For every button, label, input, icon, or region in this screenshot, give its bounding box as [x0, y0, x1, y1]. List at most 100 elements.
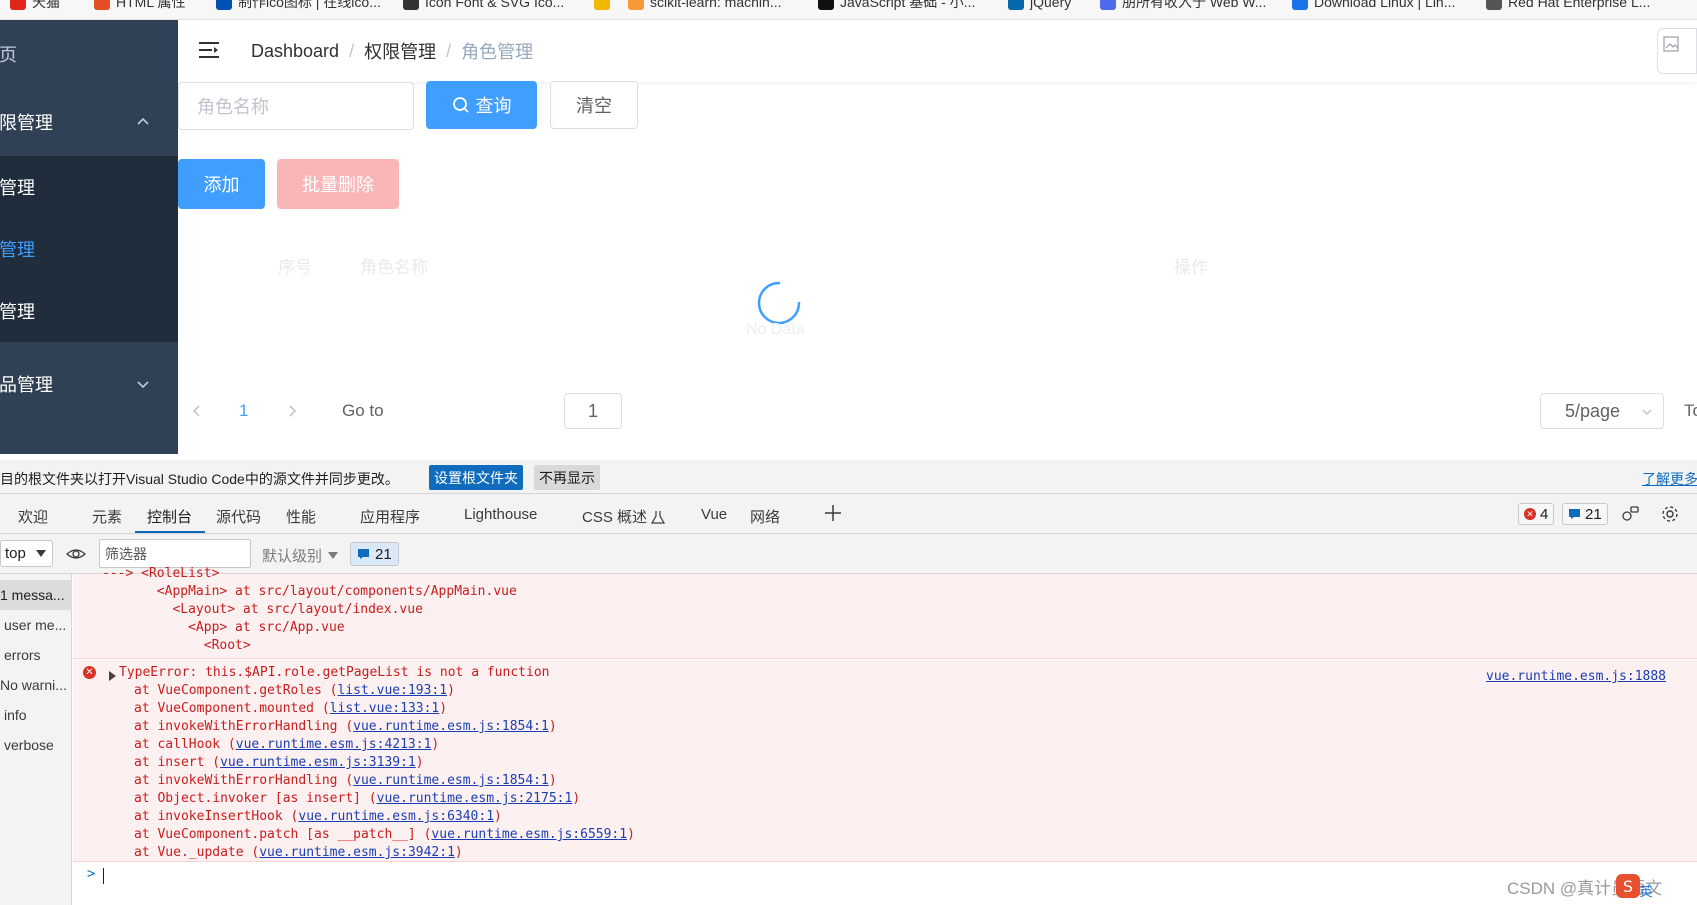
sidebar-item-role-management[interactable]: 管理: [0, 218, 178, 280]
sidebar-item-label: 页: [0, 45, 17, 65]
context-select[interactable]: top: [0, 540, 53, 567]
tab-performance[interactable]: 性能: [286, 506, 316, 527]
console-filter-input[interactable]: 筛选器: [99, 539, 251, 568]
sidebar-item-user-management[interactable]: 管理: [0, 156, 178, 218]
sidebar-item-menu-management[interactable]: 管理: [0, 280, 178, 342]
learn-more-link[interactable]: 了解更多: [1642, 469, 1697, 489]
ime-icon[interactable]: S 英: [1614, 870, 1654, 900]
next-page-icon[interactable]: [286, 404, 298, 418]
tab-console[interactable]: 控制台: [147, 506, 192, 527]
stack-frame-link[interactable]: list.vue:193:1: [338, 683, 448, 698]
bookmark-item[interactable]: jQuery: [1008, 0, 1071, 12]
console-sidebar-errors[interactable]: errors: [0, 640, 72, 670]
message-icon: [358, 549, 369, 559]
console-sidebar-user-messages[interactable]: user me...: [0, 610, 72, 640]
bookmark-item[interactable]: scikit-learn: machin...: [628, 0, 781, 12]
stack-frame: at callHook (vue.runtime.esm.js:4213:1): [134, 736, 439, 754]
add-button[interactable]: 添加: [178, 159, 265, 209]
tab-css-overview-label: CSS 概述: [582, 509, 648, 526]
clear-button[interactable]: 清空: [550, 81, 638, 129]
expand-triangle-icon[interactable]: [109, 671, 116, 681]
stack-frame-text: at invokeWithErrorHandling (: [134, 773, 354, 788]
dont-show-again-button[interactable]: 不再显示: [534, 465, 600, 490]
console-sidebar-messages[interactable]: 1 messa...: [0, 580, 72, 610]
stack-frame-suffix: ): [548, 773, 557, 788]
console-sidebar-warnings[interactable]: No warni...: [0, 670, 72, 700]
tab-application[interactable]: 应用程序: [360, 506, 420, 527]
bookmark-label: HTML 属性: [116, 0, 186, 10]
hamburger-icon[interactable]: [198, 39, 220, 61]
bookmark-item[interactable]: Icon Font & SVG Ico...: [403, 0, 564, 12]
page-number-current[interactable]: 1: [239, 401, 248, 421]
console-message-component-trace: ---> <RoleList> <AppMain> at src/layout/…: [73, 566, 1697, 659]
stack-frame-suffix: ): [447, 683, 455, 698]
bookmark-label: 朋所有收入于 Web W...: [1122, 0, 1267, 10]
bookmark-label: 制作ico图标 | 在线ico...: [238, 0, 381, 10]
role-name-input[interactable]: 角色名称: [178, 82, 414, 130]
console-prompt-icon: >: [87, 866, 96, 882]
stack-frame-link[interactable]: vue.runtime.esm.js:3139:1: [220, 755, 416, 770]
stack-frame-link[interactable]: vue.runtime.esm.js:6559:1: [431, 827, 627, 842]
bookmark-item[interactable]: 天猫: [10, 0, 60, 12]
bookmark-label: jQuery: [1030, 0, 1072, 10]
bookmark-item[interactable]: 制作ico图标 | 在线ico...: [216, 0, 381, 12]
breadcrumb-permissions[interactable]: 权限管理: [364, 38, 436, 64]
log-level-select[interactable]: 默认级别: [262, 545, 339, 566]
bookmark-label: scikit-learn: machin...: [650, 0, 782, 10]
stack-frame-link[interactable]: vue.runtime.esm.js:6340:1: [298, 809, 494, 824]
stack-frame-text: at VueComponent.mounted (: [134, 701, 330, 716]
bookmark-item[interactable]: [594, 0, 616, 12]
prev-page-icon[interactable]: [191, 404, 203, 418]
sidebar-item-label: 限管理: [0, 113, 53, 133]
stack-frame-link[interactable]: vue.runtime.esm.js:1854:1: [353, 719, 549, 734]
bookmark-item[interactable]: Download Linux | Lin...: [1292, 0, 1455, 12]
sidebar-item-label: 管理: [0, 302, 35, 322]
sidebar-item-home[interactable]: 页: [0, 20, 178, 88]
sidebar-item-label: 管理: [0, 178, 35, 198]
error-source-link[interactable]: vue.runtime.esm.js:1888: [1486, 669, 1666, 684]
stack-frame-link[interactable]: vue.runtime.esm.js:4213:1: [236, 737, 432, 752]
page-size-select[interactable]: 5/page: [1540, 393, 1664, 429]
sidebar-item-permissions[interactable]: 限管理: [0, 88, 178, 156]
tab-lighthouse[interactable]: Lighthouse: [464, 506, 537, 523]
tab-network[interactable]: 网络: [750, 506, 780, 527]
tab-css-overview[interactable]: CSS 概述: [582, 506, 666, 527]
stack-frame-text: at insert (: [134, 755, 221, 770]
eye-icon[interactable]: [66, 545, 86, 563]
bookmark-item[interactable]: Red Hat Enterprise L...: [1486, 0, 1650, 12]
stack-frame-link[interactable]: vue.runtime.esm.js:3942:1: [259, 845, 455, 860]
bookmark-item[interactable]: JavaScript 基础 - 小...: [818, 0, 975, 12]
bookmark-label: Download Linux | Lin...: [1314, 0, 1456, 10]
stack-frame-link[interactable]: vue.runtime.esm.js:2175:1: [377, 791, 573, 806]
stack-frame-link[interactable]: list.vue:133:1: [330, 701, 440, 716]
stack-frame-suffix: ): [439, 701, 448, 716]
gear-icon[interactable]: [1660, 504, 1680, 524]
tab-sources[interactable]: 源代码: [216, 506, 261, 527]
console-issues-badge[interactable]: 21: [350, 542, 399, 566]
add-tab-icon[interactable]: [823, 503, 843, 523]
bookmark-item[interactable]: 朋所有收入于 Web W...: [1100, 0, 1266, 12]
console-sidebar-info[interactable]: info: [0, 700, 72, 730]
console-sidebar-label: verbose: [4, 737, 54, 753]
issue-count-badge[interactable]: 21: [1562, 503, 1608, 525]
search-icon: [452, 97, 469, 113]
set-root-folder-button[interactable]: 设置根文件夹: [429, 465, 523, 490]
bookmark-item[interactable]: HTML 属性: [94, 0, 185, 12]
goto-page-input[interactable]: 1: [564, 393, 622, 429]
clear-button-label: 清空: [576, 96, 612, 116]
avatar[interactable]: [1657, 28, 1697, 74]
connect-icon[interactable]: [1620, 504, 1640, 524]
notice-message: 目的根文件夹以打开Visual Studio Code中的源文件并同步更改。: [0, 471, 399, 487]
console-input-caret[interactable]: [103, 868, 104, 884]
tab-vue[interactable]: Vue: [701, 506, 727, 523]
tab-elements[interactable]: 元素: [92, 506, 122, 527]
breadcrumb-dashboard[interactable]: Dashboard: [251, 41, 339, 62]
stack-frame-link[interactable]: vue.runtime.esm.js:1854:1: [353, 773, 549, 788]
tab-welcome[interactable]: 欢迎: [18, 506, 48, 527]
console-sidebar-verbose[interactable]: verbose: [0, 730, 72, 760]
sidebar-item-product-management[interactable]: 品管理: [0, 350, 178, 418]
error-count-badge[interactable]: ✕ 4: [1518, 503, 1555, 525]
console-filter-placeholder: 筛选器: [105, 545, 147, 562]
console-sidebar-label: errors: [4, 647, 41, 663]
query-button[interactable]: 查询: [426, 81, 537, 129]
